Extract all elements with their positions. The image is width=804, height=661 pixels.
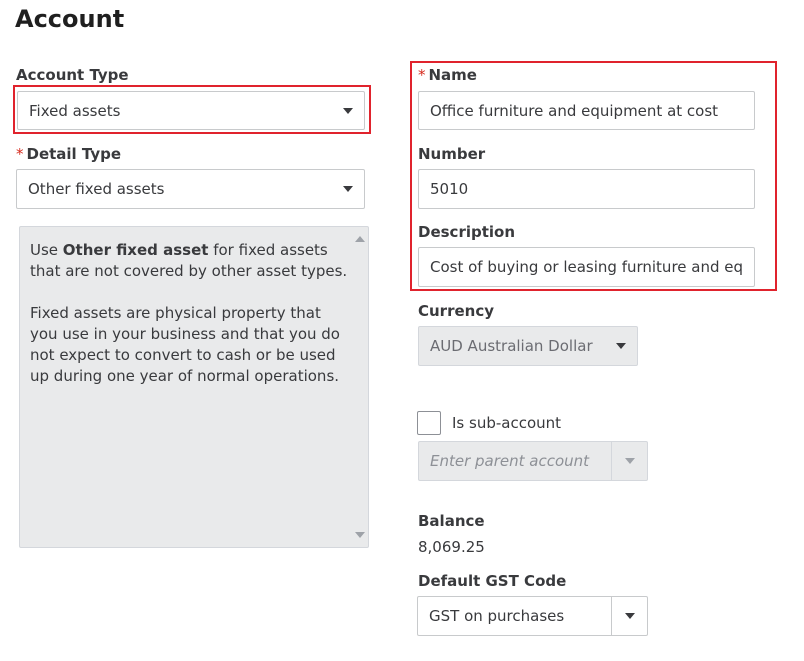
name-input[interactable]: Office furniture and equipment at cost bbox=[418, 91, 755, 130]
name-value: Office furniture and equipment at cost bbox=[430, 101, 719, 120]
account-type-value: Fixed assets bbox=[29, 101, 121, 120]
detail-type-description-box[interactable]: Use Other fixed asset for fixed assets t… bbox=[19, 226, 369, 548]
currency-value: AUD Australian Dollar bbox=[430, 337, 593, 355]
balance-value: 8,069.25 bbox=[418, 538, 485, 556]
description-value: Cost of buying or leasing furniture and … bbox=[430, 258, 743, 276]
account-type-label: Account Type bbox=[16, 66, 129, 84]
scroll-up-icon[interactable] bbox=[355, 236, 365, 242]
number-value: 5010 bbox=[430, 180, 469, 198]
currency-label: Currency bbox=[418, 302, 495, 320]
chevron-down-icon bbox=[343, 107, 353, 114]
name-label: * Name bbox=[418, 66, 477, 84]
description-input[interactable]: Cost of buying or leasing furniture and … bbox=[418, 247, 755, 287]
description-label: Description bbox=[418, 223, 516, 241]
account-type-select[interactable]: Fixed assets bbox=[17, 91, 365, 130]
parent-account-select[interactable]: Enter parent account bbox=[418, 441, 648, 481]
chevron-down-icon bbox=[343, 186, 353, 192]
chevron-down-icon bbox=[624, 613, 635, 619]
sub-account-label: Is sub-account bbox=[452, 414, 562, 432]
gst-code-select[interactable]: GST on purchases bbox=[417, 596, 648, 636]
parent-account-dropdown-button[interactable] bbox=[611, 442, 647, 480]
currency-select[interactable]: AUD Australian Dollar bbox=[418, 326, 638, 366]
required-asterisk: * bbox=[16, 145, 24, 163]
number-input[interactable]: 5010 bbox=[418, 169, 755, 209]
detail-type-label: * Detail Type bbox=[16, 145, 122, 163]
sub-account-checkbox[interactable] bbox=[417, 411, 441, 435]
scroll-down-icon[interactable] bbox=[355, 532, 365, 538]
gst-code-label: Default GST Code bbox=[418, 572, 567, 590]
detail-type-value: Other fixed assets bbox=[28, 180, 165, 198]
number-label: Number bbox=[418, 145, 486, 163]
chevron-down-icon bbox=[616, 343, 626, 349]
detail-type-select[interactable]: Other fixed assets bbox=[16, 169, 365, 209]
parent-account-placeholder: Enter parent account bbox=[430, 452, 590, 470]
page-title: Account bbox=[15, 5, 125, 33]
required-asterisk: * bbox=[418, 66, 426, 84]
gst-code-value: GST on purchases bbox=[429, 607, 565, 625]
chevron-down-icon bbox=[624, 458, 635, 464]
balance-label: Balance bbox=[418, 512, 485, 530]
gst-code-dropdown-button[interactable] bbox=[611, 597, 647, 635]
description-text: Use Other fixed asset for fixed assets t… bbox=[30, 241, 348, 385]
